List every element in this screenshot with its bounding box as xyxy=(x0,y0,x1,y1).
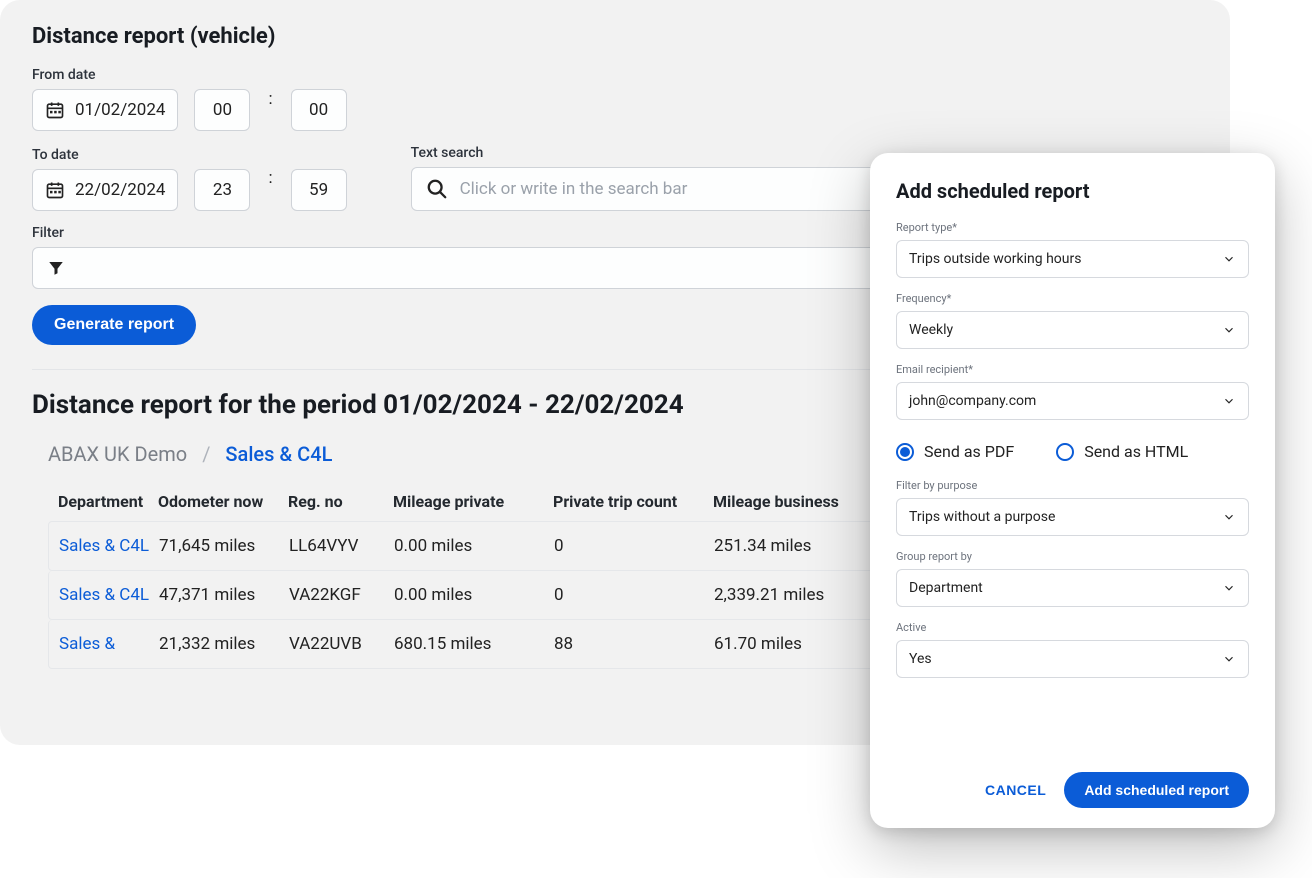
cell-regno: LL64VYV xyxy=(289,536,394,556)
cancel-button[interactable]: CANCEL xyxy=(985,782,1046,798)
to-hour-input[interactable]: 23 xyxy=(194,169,250,211)
funnel-icon xyxy=(47,259,65,277)
cell-department[interactable]: Sales & C4L xyxy=(59,585,159,605)
chevron-down-icon xyxy=(1222,252,1236,266)
add-scheduled-report-modal: Add scheduled report Report type* Trips … xyxy=(870,153,1275,828)
radio-send-as-pdf[interactable]: Send as PDF xyxy=(896,442,1014,461)
col-odometer: Odometer now xyxy=(158,492,288,511)
radio-send-as-html[interactable]: Send as HTML xyxy=(1056,442,1188,461)
chevron-down-icon xyxy=(1222,581,1236,595)
cell-regno: VA22KGF xyxy=(289,585,394,605)
chevron-down-icon xyxy=(1222,652,1236,666)
group-by-label: Group report by xyxy=(896,550,1249,563)
col-private-trip-count: Private trip count xyxy=(553,492,713,511)
cell-department[interactable]: Sales & xyxy=(59,634,159,654)
to-date-value: 22/02/2024 xyxy=(75,180,165,200)
cell-mileage-business: 2,339.21 miles xyxy=(714,585,884,605)
cell-mileage-business: 251.34 miles xyxy=(714,536,884,556)
col-department: Department xyxy=(58,492,158,511)
filter-purpose-value: Trips without a purpose xyxy=(909,509,1055,525)
cell-regno: VA22UVB xyxy=(289,634,394,654)
from-hour-input[interactable]: 00 xyxy=(194,89,250,131)
cell-mileage-private: 680.15 miles xyxy=(394,634,554,654)
filter-purpose-label: Filter by purpose xyxy=(896,479,1249,492)
recipient-value: john@company.com xyxy=(909,393,1036,409)
frequency-select[interactable]: Weekly xyxy=(896,311,1249,349)
col-mileage-private: Mileage private xyxy=(393,492,553,511)
group-by-value: Department xyxy=(909,580,983,596)
breadcrumb-separator: / xyxy=(202,442,210,466)
to-date-label: To date xyxy=(32,147,178,163)
cell-mileage-private: 0.00 miles xyxy=(394,585,554,605)
calendar-icon xyxy=(45,180,65,200)
from-date-label: From date xyxy=(32,67,178,83)
modal-title: Add scheduled report xyxy=(896,179,1249,203)
from-date-value: 01/02/2024 xyxy=(75,100,165,120)
cell-mileage-business: 61.70 miles xyxy=(714,634,884,654)
generate-report-button[interactable]: Generate report xyxy=(32,305,196,345)
time-separator: : xyxy=(266,78,274,120)
report-type-value: Trips outside working hours xyxy=(909,251,1081,267)
cell-private-trip-count: 0 xyxy=(554,536,714,556)
search-icon xyxy=(426,178,448,200)
from-date-input[interactable]: 01/02/2024 xyxy=(32,89,178,131)
chevron-down-icon xyxy=(1222,510,1236,524)
cell-private-trip-count: 88 xyxy=(554,634,714,654)
active-select[interactable]: Yes xyxy=(896,640,1249,678)
cell-department[interactable]: Sales & C4L xyxy=(59,536,159,556)
time-separator: : xyxy=(266,157,274,199)
from-minute-input[interactable]: 00 xyxy=(291,89,347,131)
breadcrumb-root[interactable]: ABAX UK Demo xyxy=(48,442,187,466)
cell-private-trip-count: 0 xyxy=(554,585,714,605)
calendar-icon xyxy=(45,100,65,120)
search-placeholder: Click or write in the search bar xyxy=(460,179,688,199)
report-type-label: Report type* xyxy=(896,221,1249,234)
breadcrumb-current: Sales & C4L xyxy=(225,442,332,466)
radio-icon xyxy=(1056,443,1074,461)
report-type-select[interactable]: Trips outside working hours xyxy=(896,240,1249,278)
radio-icon xyxy=(896,443,914,461)
cell-odometer: 21,332 miles xyxy=(159,634,289,654)
cell-mileage-private: 0.00 miles xyxy=(394,536,554,556)
radio-pdf-label: Send as PDF xyxy=(924,442,1014,461)
page-title: Distance report (vehicle) xyxy=(32,24,1198,49)
chevron-down-icon xyxy=(1222,394,1236,408)
filter-purpose-select[interactable]: Trips without a purpose xyxy=(896,498,1249,536)
to-date-input[interactable]: 22/02/2024 xyxy=(32,169,178,211)
active-value: Yes xyxy=(909,651,932,667)
frequency-value: Weekly xyxy=(909,322,953,338)
group-by-select[interactable]: Department xyxy=(896,569,1249,607)
col-regno: Reg. no xyxy=(288,492,393,511)
recipient-select[interactable]: john@company.com xyxy=(896,382,1249,420)
active-label: Active xyxy=(896,621,1249,634)
chevron-down-icon xyxy=(1222,323,1236,337)
radio-html-label: Send as HTML xyxy=(1084,442,1188,461)
add-scheduled-report-button[interactable]: Add scheduled report xyxy=(1064,772,1249,808)
recipient-label: Email recipient* xyxy=(896,363,1249,376)
cell-odometer: 47,371 miles xyxy=(159,585,289,605)
cell-odometer: 71,645 miles xyxy=(159,536,289,556)
to-minute-input[interactable]: 59 xyxy=(291,169,347,211)
col-mileage-business: Mileage business xyxy=(713,492,883,511)
frequency-label: Frequency* xyxy=(896,292,1249,305)
